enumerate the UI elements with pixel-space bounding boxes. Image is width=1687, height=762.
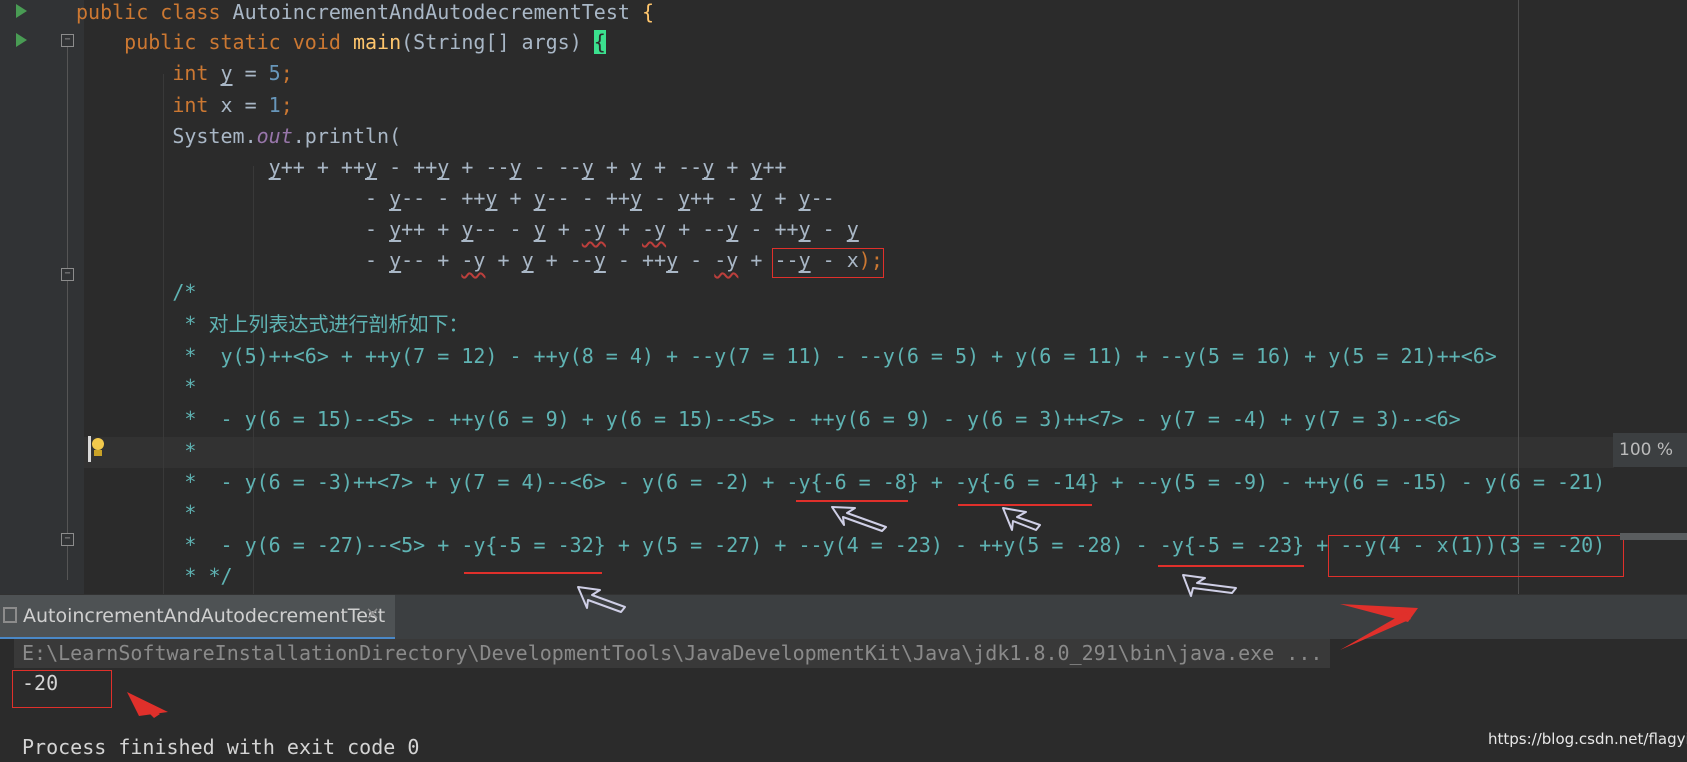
hollow-arrow-icon bbox=[1182, 574, 1237, 597]
watermark: https://blog.csdn.net/flagyili bbox=[1488, 730, 1687, 748]
hollow-arrow-icon bbox=[1002, 507, 1041, 531]
annotation-arrows bbox=[127, 506, 1418, 718]
red-arrow-icon bbox=[1340, 612, 1411, 650]
red-arrow-icon bbox=[127, 692, 168, 716]
hollow-arrow-icon bbox=[831, 506, 887, 532]
hollow-arrow-icon bbox=[577, 586, 626, 613]
